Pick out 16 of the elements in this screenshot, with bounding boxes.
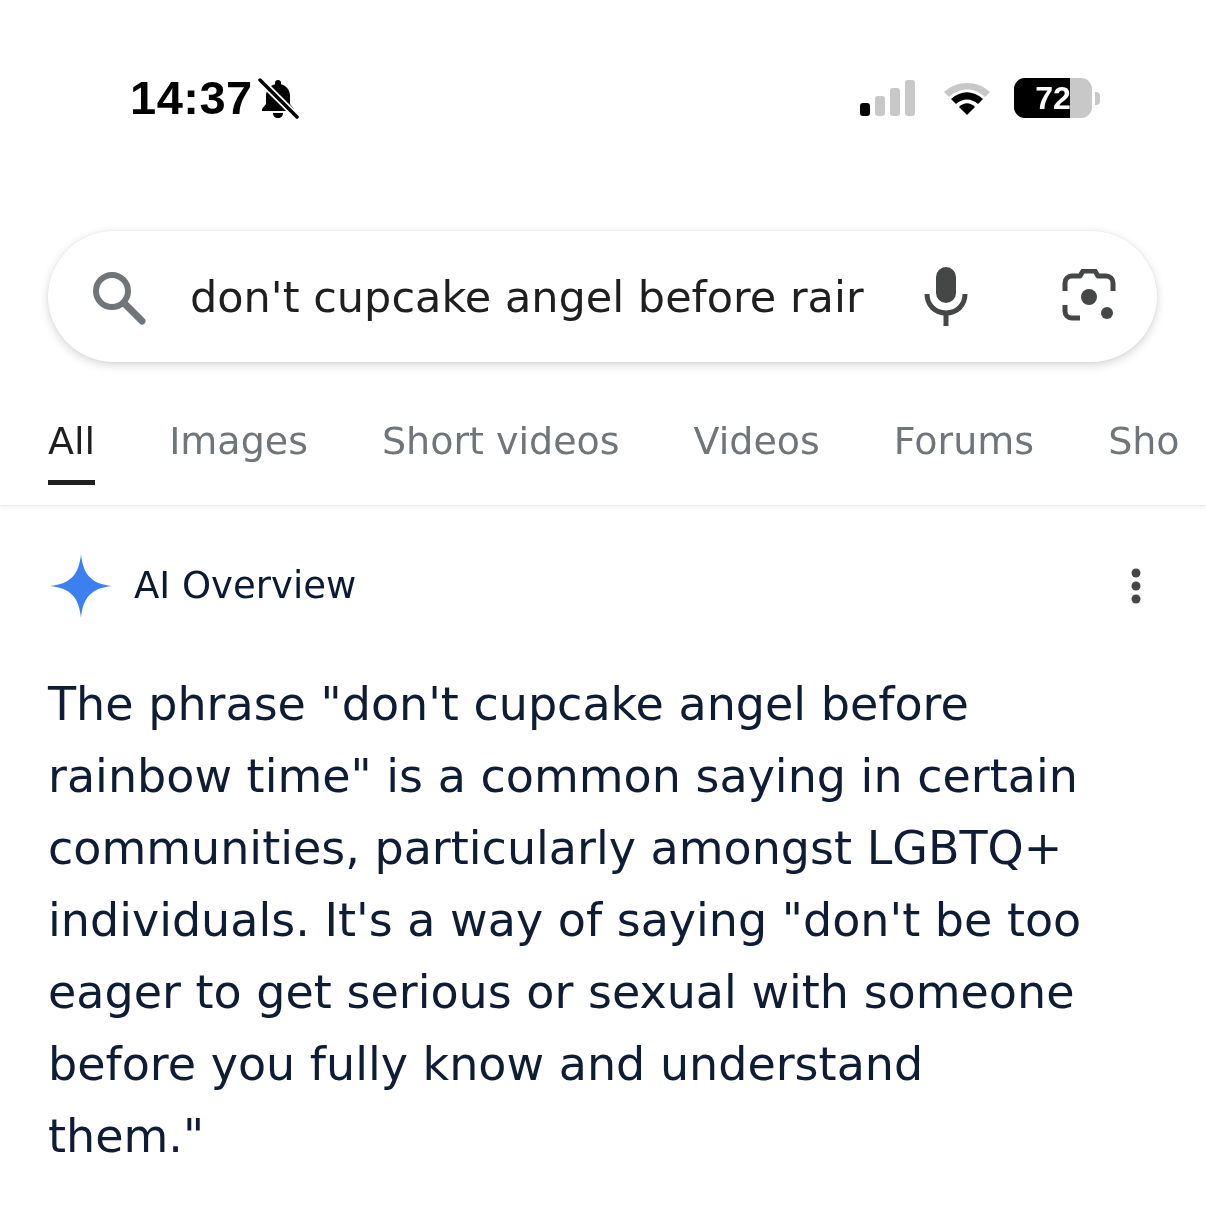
search-input[interactable]: don't cupcake angel before rair — [190, 266, 864, 327]
search-tab[interactable]: Sho — [1108, 416, 1180, 485]
signal-icon — [860, 80, 918, 116]
more-options-icon[interactable] — [1130, 568, 1142, 604]
wifi-icon — [942, 80, 992, 116]
microphone-icon[interactable] — [923, 266, 969, 327]
search-tab[interactable]: Videos — [693, 416, 820, 485]
bell-slash-icon — [256, 77, 299, 119]
ai-overview-title: AI Overview — [134, 563, 357, 609]
search-tab[interactable]: Images — [169, 416, 308, 485]
sparkle-icon — [50, 554, 112, 618]
search-tab[interactable]: All — [48, 416, 96, 485]
clock-time: 14:37 — [130, 70, 253, 126]
search-tab[interactable]: Short videos — [381, 416, 620, 485]
search-tab[interactable]: Forums — [893, 416, 1035, 485]
overview-paragraph: The phrase "don't cupcake angel before rainbow time" is a common saying in certain communities, particularly amongst LGBTQ+ individuals. It's a way of saying "don't be too eager to get serious or sexual with someone before you fully know and understand them." — [48, 676, 1083, 1165]
